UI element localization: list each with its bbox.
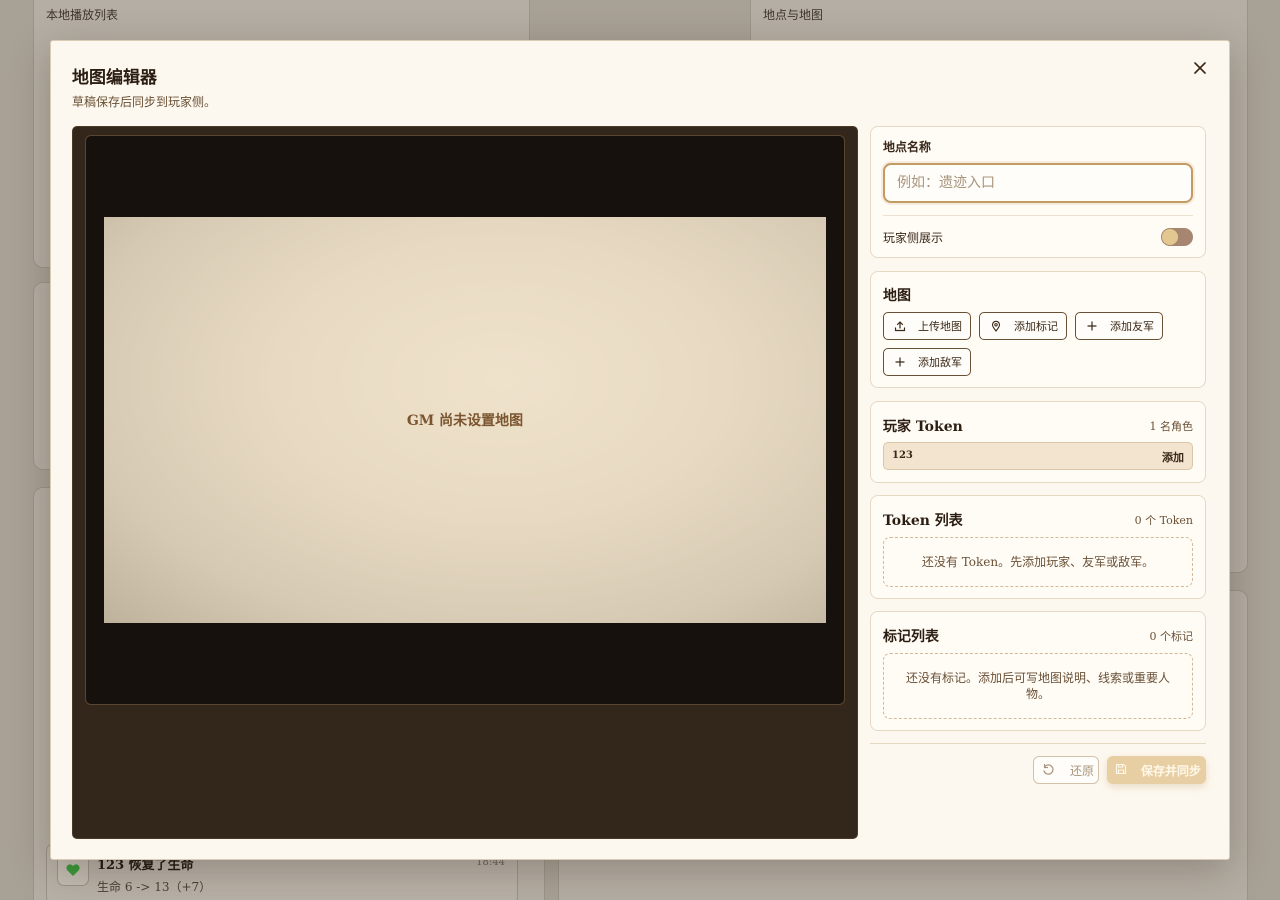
background-location-title: 地点与地图 <box>763 8 824 22</box>
marker-list-title: 标记列表 <box>883 629 939 645</box>
close-button[interactable] <box>1187 55 1213 81</box>
marker-list-count: 0 个标记 <box>1149 630 1194 643</box>
map-editor-dialog: 地图编辑器 草稿保存后同步到玩家侧。 GM 尚未设置地图 地点名称 玩家侧展示 … <box>50 40 1230 860</box>
player-token-card: 玩家 Token 1 名角色 123 添加 <box>870 401 1206 483</box>
location-name-input[interactable] <box>883 163 1193 203</box>
player-name: 123 <box>892 450 913 461</box>
add-enemy-label: 添加敌军 <box>918 356 962 369</box>
map-stage[interactable]: GM 尚未设置地图 <box>85 135 845 705</box>
map-preview-panel: GM 尚未设置地图 <box>72 126 858 839</box>
dialog-title: 地图编辑器 <box>72 68 157 88</box>
divider <box>883 215 1193 216</box>
map-empty-message: GM 尚未设置地图 <box>406 413 524 429</box>
background-playlist-title: 本地播放列表 <box>46 8 119 22</box>
add-marker-label: 添加标记 <box>1014 320 1058 333</box>
token-list-card: Token 列表 0 个 Token 还没有 Token。先添加玩家、友军或敌军… <box>870 495 1206 599</box>
pin-icon <box>989 319 1003 333</box>
add-enemy-button[interactable]: 添加敌军 <box>883 348 971 376</box>
revert-label: 还原 <box>1070 763 1095 778</box>
plus-icon <box>1085 319 1099 333</box>
player-token-row: 123 添加 <box>883 442 1193 470</box>
add-marker-button[interactable]: 添加标记 <box>979 312 1067 340</box>
add-ally-label: 添加友军 <box>1110 320 1154 333</box>
plus-icon <box>893 355 907 369</box>
token-list-title: Token 列表 <box>883 513 963 529</box>
save-and-sync-label: 保存并同步 <box>1141 763 1202 778</box>
map-actions-card: 地图 上传地图 添加标记 添加友军 添加敌军 <box>870 271 1206 388</box>
upload-map-button[interactable]: 上传地图 <box>883 312 971 340</box>
player-display-toggle[interactable] <box>1161 228 1193 246</box>
close-icon <box>1194 59 1206 78</box>
add-ally-button[interactable]: 添加友军 <box>1075 312 1163 340</box>
upload-icon <box>893 319 907 333</box>
revert-button[interactable]: 还原 <box>1033 756 1099 784</box>
player-token-title: 玩家 Token <box>883 419 963 435</box>
marker-list-empty: 还没有标记。添加后可写地图说明、线索或重要人物。 <box>883 653 1193 719</box>
location-name-label: 地点名称 <box>883 140 932 154</box>
dialog-subtitle: 草稿保存后同步到玩家侧。 <box>72 95 217 109</box>
footer-divider <box>870 743 1206 744</box>
player-token-count: 1 名角色 <box>1149 420 1194 433</box>
location-card: 地点名称 玩家侧展示 <box>870 126 1206 258</box>
marker-list-card: 标记列表 0 个标记 还没有标记。添加后可写地图说明、线索或重要人物。 <box>870 611 1206 731</box>
save-and-sync-button[interactable]: 保存并同步 <box>1107 756 1206 784</box>
map-canvas[interactable]: GM 尚未设置地图 <box>104 217 826 623</box>
save-icon <box>1115 763 1129 777</box>
token-list-count: 0 个 Token <box>1134 514 1193 527</box>
player-display-label: 玩家侧展示 <box>883 231 944 245</box>
add-player-token-button[interactable]: 添加 <box>1162 449 1184 465</box>
feed-item-description: 生命 6 -> 13（+7） <box>97 880 212 894</box>
upload-map-label: 上传地图 <box>918 320 962 333</box>
map-section-title: 地图 <box>883 288 911 304</box>
token-list-empty: 还没有 Token。先添加玩家、友军或敌军。 <box>883 537 1193 587</box>
revert-icon <box>1042 763 1056 777</box>
toggle-knob <box>1162 229 1178 245</box>
